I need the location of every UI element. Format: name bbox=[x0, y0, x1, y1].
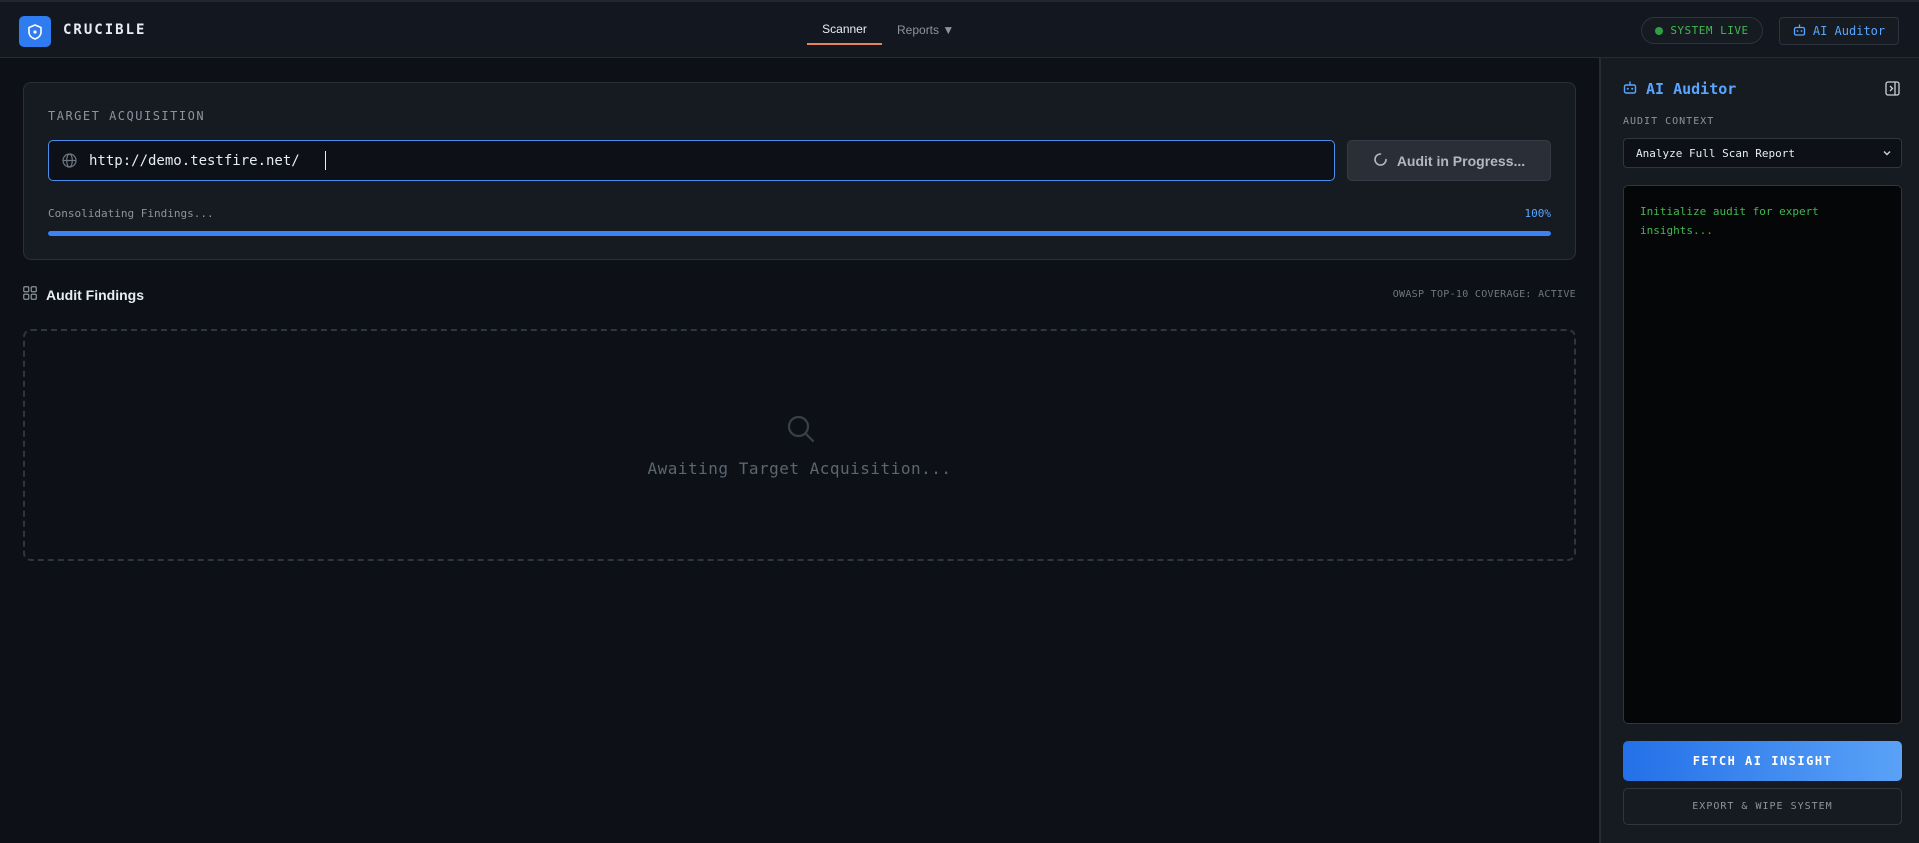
tab-scanner[interactable]: Scanner bbox=[807, 18, 882, 45]
chevron-down-icon bbox=[1881, 147, 1893, 162]
audit-button-label: Audit in Progress... bbox=[1396, 152, 1526, 169]
ai-auditor-button-label: AI Auditor bbox=[1812, 24, 1886, 38]
spinner-icon bbox=[1373, 152, 1388, 170]
audit-context-select[interactable]: Analyze Full Scan Report bbox=[1623, 138, 1902, 168]
panel-collapse-icon[interactable] bbox=[1885, 81, 1900, 101]
ai-auditor-panel-header: AI Auditor bbox=[1623, 80, 1736, 98]
tab-reports[interactable]: Reports ▼ bbox=[897, 23, 954, 37]
system-status-badge: SYSTEM LIVE bbox=[1641, 17, 1763, 44]
target-url-input[interactable] bbox=[89, 141, 1319, 180]
grid-icon bbox=[23, 286, 37, 303]
globe-icon bbox=[62, 153, 77, 173]
top-bar: CRUCIBLE Scanner Reports ▼ SYSTEM LIVE A… bbox=[0, 0, 1919, 58]
progress-status-label: Consolidating Findings... bbox=[48, 207, 214, 220]
ai-auditor-button[interactable]: AI Auditor bbox=[1779, 17, 1899, 45]
target-url-field[interactable] bbox=[48, 140, 1335, 181]
search-icon bbox=[786, 414, 816, 449]
status-dot-icon bbox=[1655, 26, 1664, 35]
target-acquisition-title: TARGET ACQUISITION bbox=[48, 109, 206, 123]
text-caret bbox=[325, 151, 326, 170]
empty-state-message: Awaiting Target Acquisition... bbox=[647, 459, 952, 478]
robot-icon bbox=[1623, 80, 1637, 98]
system-status-label: SYSTEM LIVE bbox=[1670, 24, 1749, 37]
terminal-message: Initialize audit for expert insights... bbox=[1640, 205, 1819, 237]
audit-findings-header: Audit Findings bbox=[23, 286, 144, 303]
audit-button[interactable]: Audit in Progress... bbox=[1347, 140, 1551, 181]
ai-auditor-panel: AI Auditor AUDIT CONTEXT Analyze Full Sc… bbox=[1599, 58, 1919, 843]
export-wipe-button[interactable]: EXPORT & WIPE SYSTEM bbox=[1623, 788, 1902, 825]
owasp-coverage-label: OWASP TOP-10 COVERAGE: ACTIVE bbox=[1392, 289, 1576, 300]
audit-context-selected-value: Analyze Full Scan Report bbox=[1636, 146, 1795, 160]
findings-empty-state: Awaiting Target Acquisition... bbox=[23, 329, 1576, 561]
fetch-ai-insight-button[interactable]: FETCH AI INSIGHT bbox=[1623, 741, 1902, 781]
progress-bar-fill bbox=[48, 231, 1551, 236]
ai-auditor-panel-title: AI Auditor bbox=[1646, 80, 1737, 98]
target-acquisition-panel: TARGET ACQUISITION Audit in Progress... … bbox=[23, 82, 1576, 260]
brand-name: CRUCIBLE bbox=[63, 22, 147, 38]
progress-percent-label: 100% bbox=[1524, 207, 1552, 220]
ai-insight-terminal: Initialize audit for expert insights... bbox=[1623, 185, 1902, 724]
audit-findings-title: Audit Findings bbox=[46, 286, 144, 303]
robot-icon bbox=[1793, 24, 1806, 39]
shield-icon bbox=[19, 16, 51, 47]
audit-context-label: AUDIT CONTEXT bbox=[1623, 116, 1715, 127]
progress-bar bbox=[48, 231, 1551, 236]
